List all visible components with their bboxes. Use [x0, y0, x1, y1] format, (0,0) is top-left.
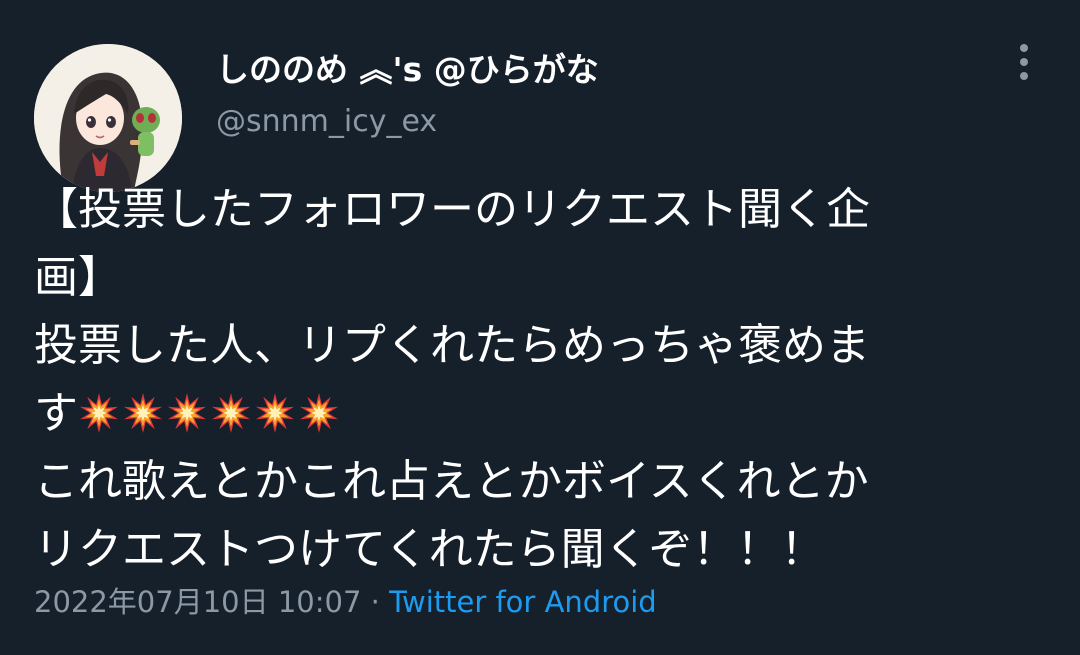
collision-emoji — [124, 393, 162, 433]
avatar[interactable] — [34, 44, 182, 192]
collision-emoji — [256, 393, 294, 433]
tweet-line-text: す — [34, 388, 78, 439]
tweet-card: しののめ ︽'s @ひらがな @snnm_icy_ex 【投票したフォロワーのリ… — [0, 0, 1080, 655]
more-options-button[interactable] — [1004, 40, 1044, 84]
tweet-line-with-emoji: す — [34, 380, 1034, 448]
more-icon-dot — [1020, 44, 1028, 52]
tweet-line: これ歌えとかこれ占えとかボイスくれとか — [34, 456, 869, 507]
tweet-line: リクエストつけてくれたら聞くぞ！！！ — [34, 524, 825, 575]
tweet-meta: 2022年07月10日 10:07 · Twitter for Android — [34, 582, 657, 622]
display-name[interactable]: しののめ ︽'s @ひらがな — [216, 50, 599, 90]
tweet-line: 投票した人、リプくれたらめっちゃ褒めま — [34, 320, 870, 371]
collision-emoji — [212, 393, 250, 433]
separator: · — [361, 585, 390, 619]
avatar-illustration — [34, 44, 182, 192]
collision-emoji — [168, 393, 206, 433]
tweet-body: 【投票したフォロワーのリクエスト聞く企 画】 投票した人、リプくれたらめっちゃ褒… — [34, 176, 1034, 584]
tweet-line: 画】 — [34, 252, 122, 303]
tweet-line: 【投票したフォロワーのリクエスト聞く企 — [34, 184, 870, 235]
timestamp[interactable]: 2022年07月10日 10:07 — [34, 585, 361, 619]
user-handle[interactable]: @snnm_icy_ex — [216, 103, 437, 141]
more-icon-dot — [1020, 72, 1028, 80]
collision-emoji — [300, 393, 338, 433]
emoji-row — [78, 388, 342, 439]
collision-emoji — [80, 393, 118, 433]
source-link[interactable]: Twitter for Android — [389, 585, 657, 619]
more-icon-dot — [1020, 58, 1028, 66]
